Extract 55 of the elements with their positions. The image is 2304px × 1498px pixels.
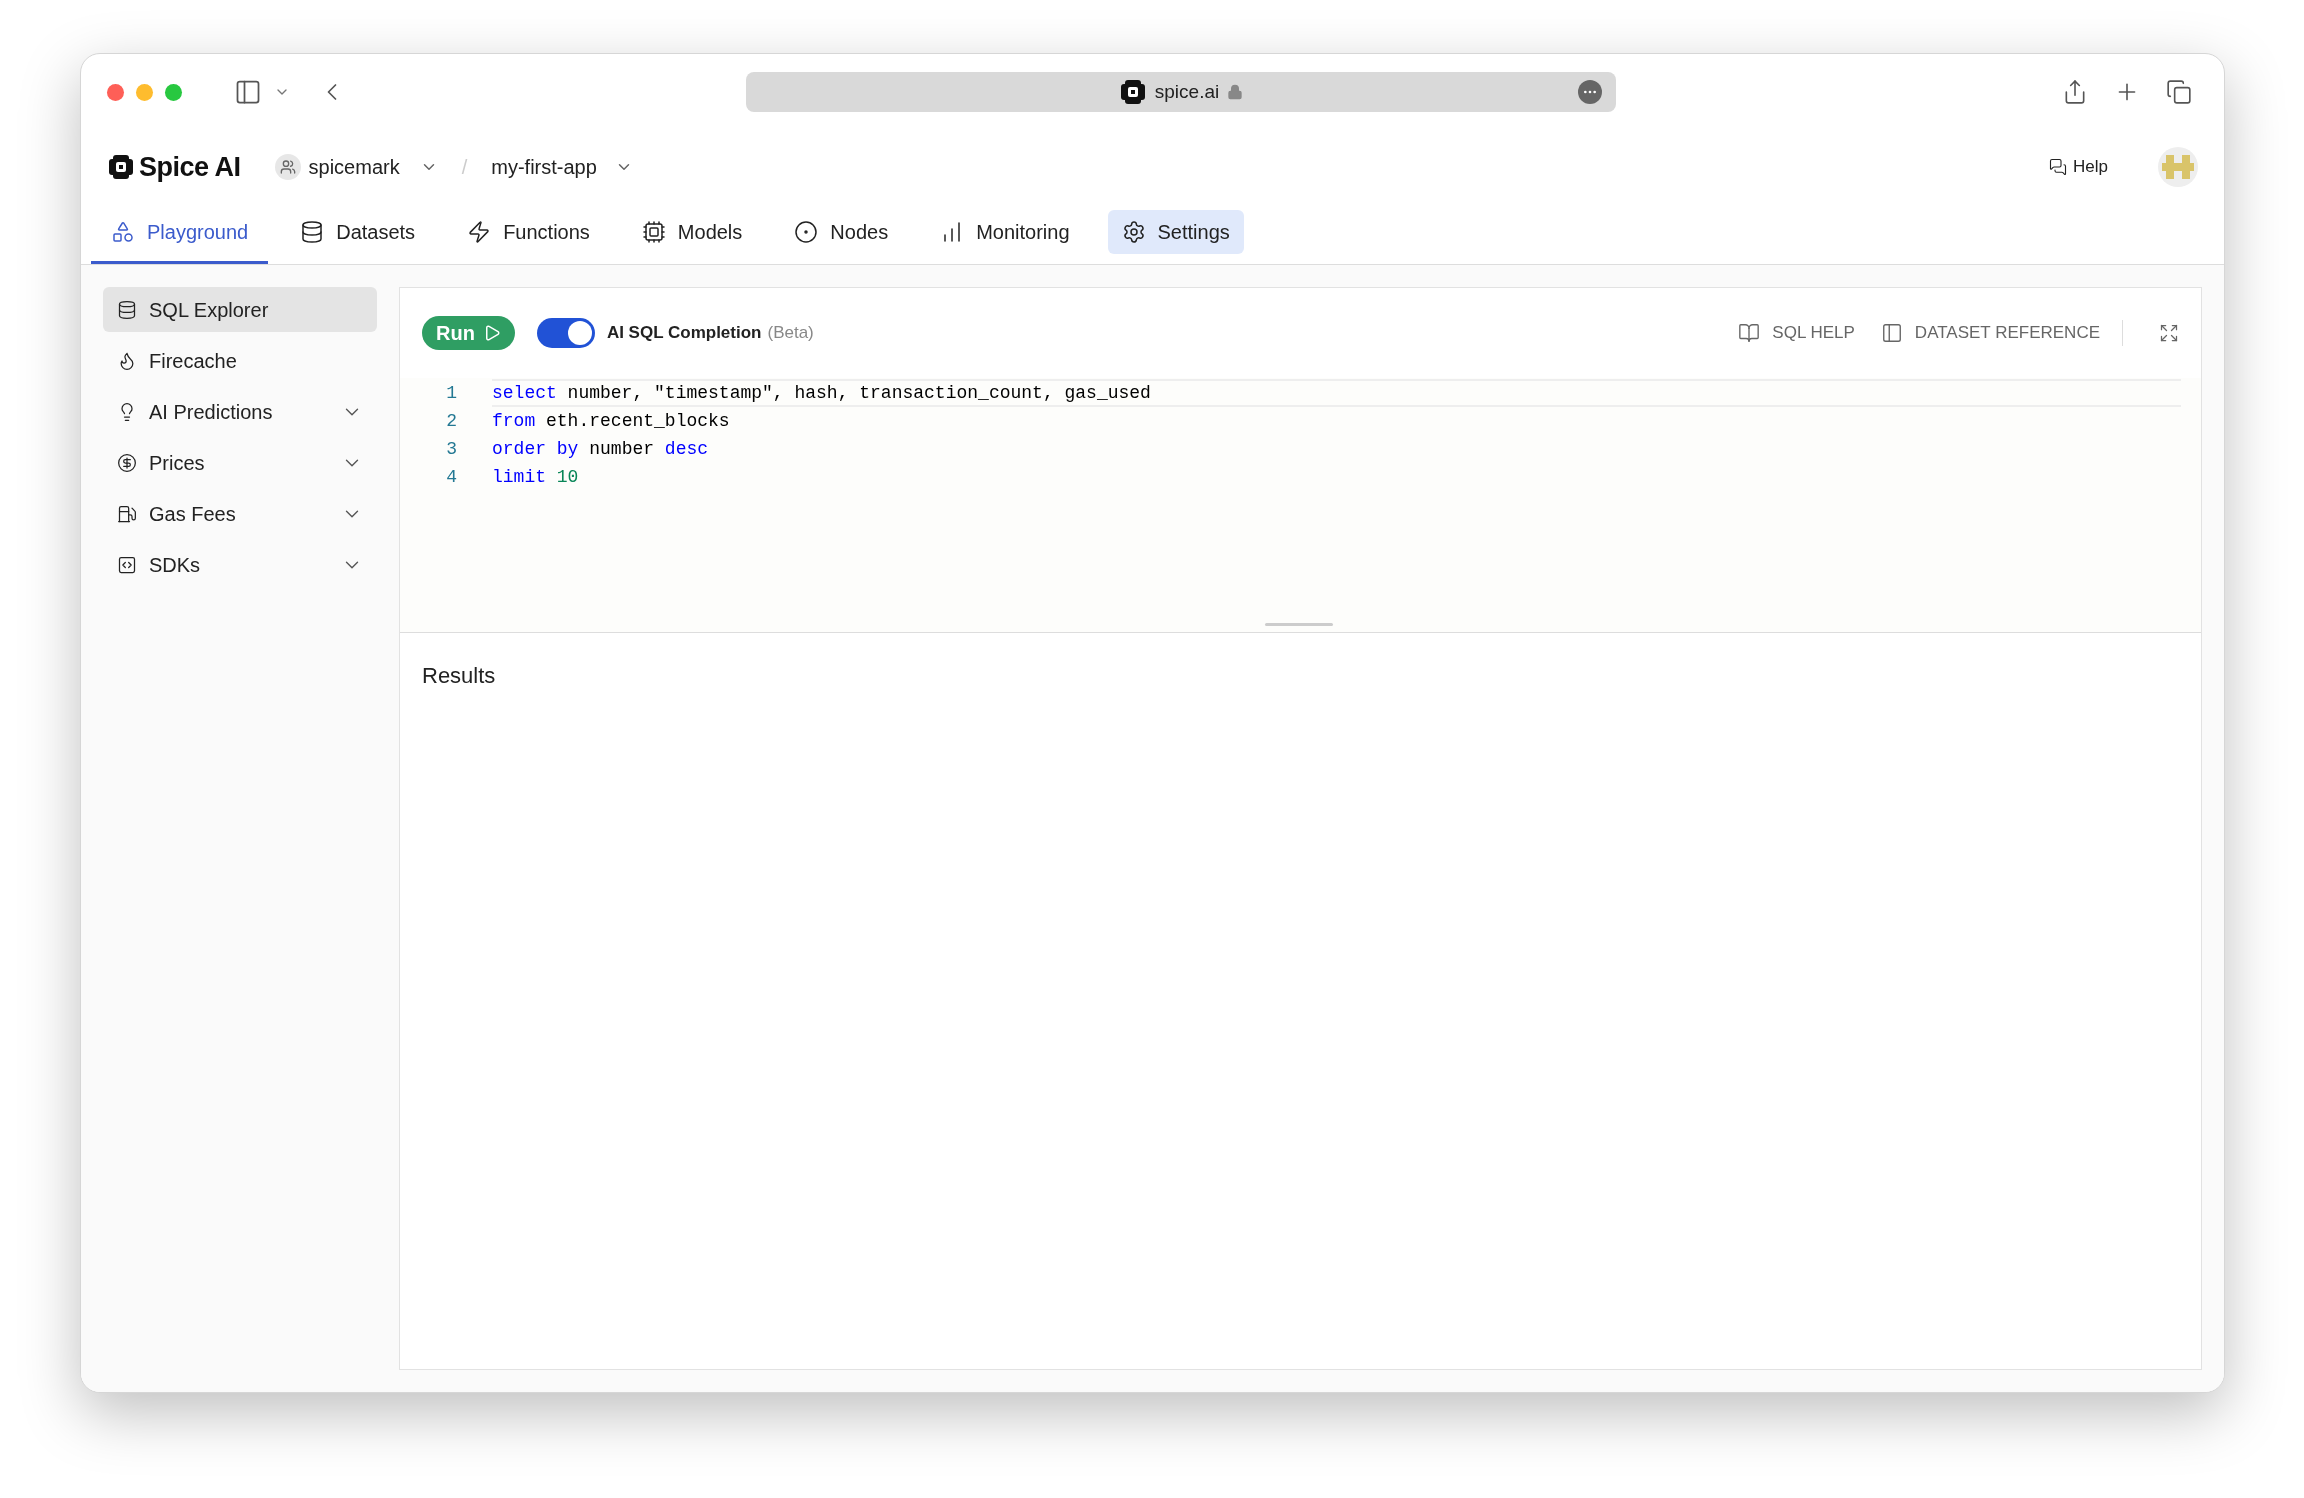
more-icon[interactable] (1578, 80, 1602, 104)
circle-icon (794, 220, 819, 244)
database-icon (117, 299, 137, 320)
sidebar-item[interactable]: Firecache (103, 338, 377, 383)
chat-icon (2049, 158, 2068, 176)
line-number: 1 (445, 381, 457, 405)
lightning-icon (467, 220, 492, 244)
brand-name[interactable]: Spice AI (139, 146, 241, 188)
sidebar-item[interactable]: SDKs (103, 542, 377, 587)
help-link[interactable]: Help (2049, 154, 2108, 180)
code-line: order by number desc (492, 437, 710, 461)
shapes-icon (111, 220, 135, 244)
dollar-icon (117, 452, 137, 473)
beta-note: (Beta) (767, 322, 814, 345)
address-bar[interactable]: spice.ai (746, 72, 1616, 112)
book-icon (1738, 322, 1761, 344)
tabs-overview-icon[interactable] (2166, 79, 2192, 105)
line-number: 3 (445, 437, 457, 461)
code-line: select number, "timestamp", hash, transaction_count, gas_used (492, 379, 2181, 407)
database-icon (300, 220, 325, 244)
sidebar-item[interactable]: Prices (103, 440, 377, 485)
nav-tab[interactable]: Monitoring (920, 203, 1090, 264)
fuel-pump-icon (117, 503, 137, 524)
toolbar-link[interactable]: DATASET REFERENCE (1880, 320, 2100, 346)
sidebar-item[interactable]: Gas Fees (103, 491, 377, 536)
settings-icon (1121, 220, 1146, 244)
nav-tab[interactable]: Nodes (774, 203, 909, 264)
chip-icon (641, 220, 666, 244)
address-text: spice.ai (1154, 79, 1220, 104)
code-icon (117, 554, 137, 575)
nav-tab[interactable]: Datasets (280, 203, 436, 264)
completion-label: AI SQL Completion (606, 322, 762, 345)
logo-icon (107, 153, 135, 181)
sidebar-item[interactable]: SQL Explorer (103, 287, 377, 332)
fullscreen-icon[interactable] (2159, 323, 2179, 343)
app-selector[interactable]: my-first-app (491, 152, 633, 182)
code-editor[interactable]: 1 select number, "timestamp", hash, transaction_count, gas_used 2 from eth.recent_blocks 3 order by number desc 4 limit 10 (400, 378, 2201, 633)
nav-tab[interactable]: Functions (447, 203, 610, 264)
nav-tab[interactable]: Models (621, 203, 763, 264)
results-heading: Results (422, 662, 497, 690)
code-line: limit 10 (492, 465, 580, 489)
toolbar-link[interactable]: SQL HELP (1738, 320, 1855, 346)
lock-icon (1227, 84, 1244, 100)
sidebar-item[interactable]: AI Predictions (103, 389, 377, 434)
code-line: from eth.recent_blocks (492, 409, 731, 433)
panel-icon (1880, 322, 1903, 344)
line-number: 2 (445, 409, 457, 433)
toggle-switch[interactable] (536, 318, 595, 348)
org-selector[interactable]: spicemark (274, 152, 438, 182)
line-number: 4 (445, 465, 457, 489)
resize-handle[interactable] (1265, 623, 1333, 626)
logo-icon (1118, 78, 1147, 106)
breadcrumb-separator: / (461, 155, 468, 180)
org-avatar-icon (274, 154, 301, 180)
sidebar-toggle-icon[interactable] (234, 78, 262, 106)
